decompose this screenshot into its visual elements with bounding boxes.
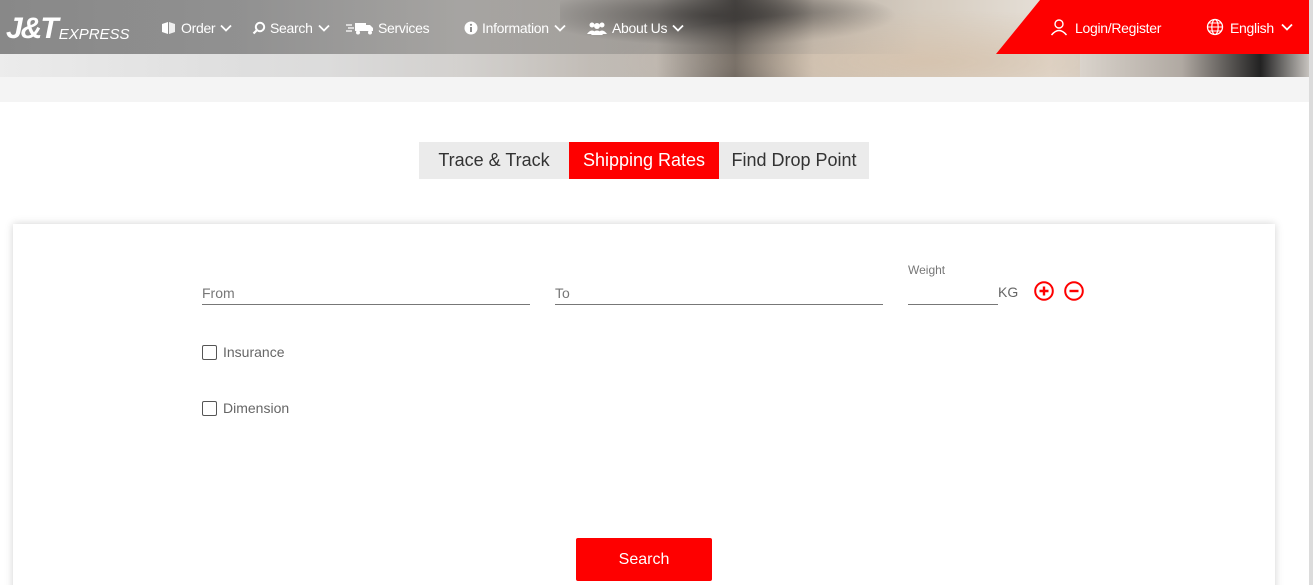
- order-icon: [161, 21, 177, 35]
- login-register-label: Login/Register: [1075, 20, 1162, 36]
- nav-order-label: Order: [181, 20, 216, 36]
- weight-unit: KG: [998, 284, 1019, 300]
- page: J&T EXPRESS Order Search Services Inform…: [0, 0, 1313, 585]
- jt-express-logo[interactable]: J&T EXPRESS: [6, 10, 130, 44]
- language-label: English: [1230, 20, 1274, 36]
- to-field: [555, 281, 883, 305]
- chevron-down-icon: [317, 21, 331, 35]
- dimension-checkbox[interactable]: [202, 400, 217, 416]
- nav-item-information[interactable]: Information: [464, 17, 567, 39]
- from-field: [202, 281, 530, 305]
- minus-circle-icon: [1064, 281, 1084, 301]
- tab-find-drop-point[interactable]: Find Drop Point: [719, 142, 869, 179]
- insurance-option[interactable]: Insurance: [202, 343, 284, 361]
- globe-icon: [1206, 18, 1224, 39]
- nav-item-order[interactable]: Order: [161, 17, 233, 39]
- search-button[interactable]: Search: [576, 538, 712, 581]
- search-icon: [252, 21, 266, 35]
- increase-weight-button[interactable]: [1034, 281, 1054, 301]
- weight-input[interactable]: [908, 281, 998, 304]
- page-scrollbar[interactable]: [1309, 0, 1313, 585]
- chevron-down-icon: [553, 21, 567, 35]
- logo-main-text: J&T: [6, 12, 59, 45]
- info-icon: [464, 21, 478, 35]
- tab-trace-track[interactable]: Trace & Track: [419, 142, 569, 179]
- people-icon: [586, 21, 608, 35]
- nav-search-label: Search: [270, 20, 313, 36]
- weight-label: Weight: [908, 263, 946, 277]
- to-input[interactable]: [555, 281, 883, 304]
- nav-about-us-label: About Us: [612, 20, 668, 36]
- chevron-down-icon: [671, 21, 685, 35]
- nav-information-label: Information: [482, 20, 549, 36]
- chevron-down-icon: [219, 21, 233, 35]
- insurance-label: Insurance: [223, 344, 285, 360]
- nav-item-services[interactable]: Services: [346, 17, 430, 39]
- insurance-checkbox[interactable]: [202, 344, 217, 360]
- truck-icon: [346, 21, 374, 35]
- logo-sub-text: EXPRESS: [58, 26, 130, 43]
- tab-shipping-rates[interactable]: Shipping Rates: [569, 142, 719, 179]
- language-selector[interactable]: English: [1206, 17, 1294, 39]
- banner-lower-strip: [0, 54, 1313, 77]
- dimension-option[interactable]: Dimension: [202, 399, 289, 417]
- login-register-link[interactable]: Login/Register: [1050, 17, 1161, 39]
- weight-field: [908, 281, 998, 305]
- dimension-label: Dimension: [223, 400, 290, 416]
- nav-item-search[interactable]: Search: [252, 17, 331, 39]
- plus-circle-icon: [1034, 281, 1054, 301]
- chevron-down-icon: [1280, 20, 1294, 37]
- user-icon: [1050, 18, 1068, 39]
- decrease-weight-button[interactable]: [1064, 281, 1084, 301]
- service-tabs: Trace & Track Shipping Rates Find Drop P…: [419, 142, 869, 179]
- from-input[interactable]: [202, 281, 530, 304]
- nav-item-about-us[interactable]: About Us: [586, 17, 685, 39]
- nav-services-label: Services: [378, 20, 430, 36]
